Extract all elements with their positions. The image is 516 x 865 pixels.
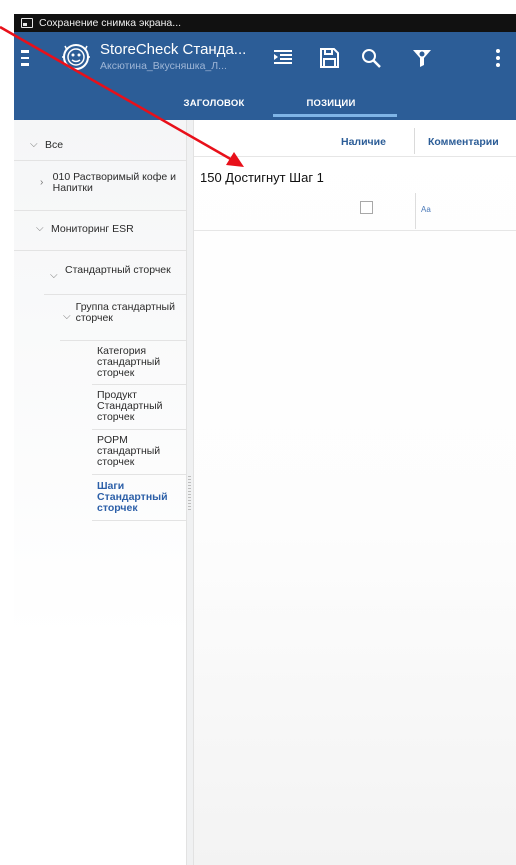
availability-checkbox[interactable] — [360, 201, 373, 214]
tree-item-label: POPM стандартный сторчек — [97, 434, 161, 468]
tree-item-standard[interactable]: ⌵ Стандартный сторчек — [50, 265, 180, 281]
tree-item-steps[interactable]: Шаги Стандартный сторчек — [97, 481, 183, 514]
status-bar: Сохранение снимка экрана... — [14, 14, 516, 32]
separator — [92, 429, 186, 430]
tree-item-label: Продукт Стандартный сторчек — [97, 389, 163, 423]
separator — [60, 340, 186, 341]
menu-icon[interactable] — [21, 50, 29, 67]
tree-item-all[interactable]: ⌵ Все — [30, 140, 63, 151]
separator — [92, 520, 186, 521]
action-bar: StoreCheck Станда... Аксютина_Вкусняшка_… — [14, 32, 516, 86]
separator — [14, 250, 186, 251]
tab-header[interactable]: ЗАГОЛОВОК — [164, 86, 264, 120]
tree-item-label: Все — [45, 139, 64, 151]
column-header-comments[interactable]: Комментарии — [428, 130, 499, 154]
separator — [14, 210, 186, 211]
drag-handle-icon[interactable] — [188, 476, 191, 512]
tree-item-monitoring[interactable]: ⌵ Мониторинг ESR — [36, 224, 134, 235]
tree-item-popm[interactable]: POPM стандартный сторчек — [97, 435, 183, 468]
separator — [14, 160, 186, 161]
tab-bar: ЗАГОЛОВОК ПОЗИЦИИ — [14, 86, 516, 120]
tree-item-label-active: Шаги Стандартный сторчек — [97, 480, 168, 514]
screenshot-frame: Сохранение снимка экрана... StoreCheck С… — [0, 0, 516, 865]
row-divider — [194, 230, 516, 231]
column-separator — [414, 128, 415, 154]
search-icon[interactable] — [359, 46, 383, 70]
header-divider — [194, 156, 516, 157]
save-icon[interactable] — [317, 46, 341, 70]
screenshot-icon — [21, 18, 33, 28]
row-title: 150 Достигнут Шаг 1 — [200, 170, 324, 185]
filter-icon[interactable] — [410, 46, 434, 70]
chevron-down-icon: ⌵ — [50, 270, 58, 281]
tree-item-group[interactable]: ⌵ Группа стандартный сторчек — [63, 302, 181, 324]
logo-icon[interactable] — [61, 42, 91, 72]
status-text: Сохранение снимка экрана... — [39, 17, 182, 29]
tree-item-coffee[interactable]: › 010 Растворимый кофе и Напитки — [40, 172, 180, 194]
app-title: StoreCheck Станда... — [100, 41, 247, 58]
tree-item-label: Категория стандартный сторчек — [97, 345, 161, 379]
tree-item-label: Стандартный сторчек — [65, 264, 171, 276]
tree-item-label: Группа стандартный сторчек — [75, 301, 175, 324]
tree-item-label: Мониторинг ESR — [51, 223, 134, 235]
separator — [44, 294, 186, 295]
main-panel — [194, 120, 516, 865]
text-input-icon[interactable]: Aa — [421, 205, 431, 214]
cell-separator — [415, 193, 416, 229]
list-icon[interactable] — [271, 46, 295, 70]
column-header-availability[interactable]: Наличие — [341, 130, 386, 154]
tree-item-product[interactable]: Продукт Стандартный сторчек — [97, 390, 183, 423]
separator — [92, 384, 186, 385]
chevron-right-icon: › — [40, 177, 44, 188]
chevron-down-icon: ⌵ — [63, 311, 71, 322]
app-subtitle: Аксютина_Вкусняшка_Л... — [100, 60, 227, 72]
tree-item-category[interactable]: Категория стандартный сторчек — [97, 346, 183, 379]
chevron-down-icon: ⌵ — [36, 223, 44, 234]
tree-item-label: 010 Растворимый кофе и Напитки — [52, 171, 176, 194]
separator — [92, 474, 186, 475]
tab-indicator — [273, 114, 397, 117]
more-icon[interactable] — [486, 46, 510, 70]
chevron-down-icon: ⌵ — [30, 139, 38, 150]
